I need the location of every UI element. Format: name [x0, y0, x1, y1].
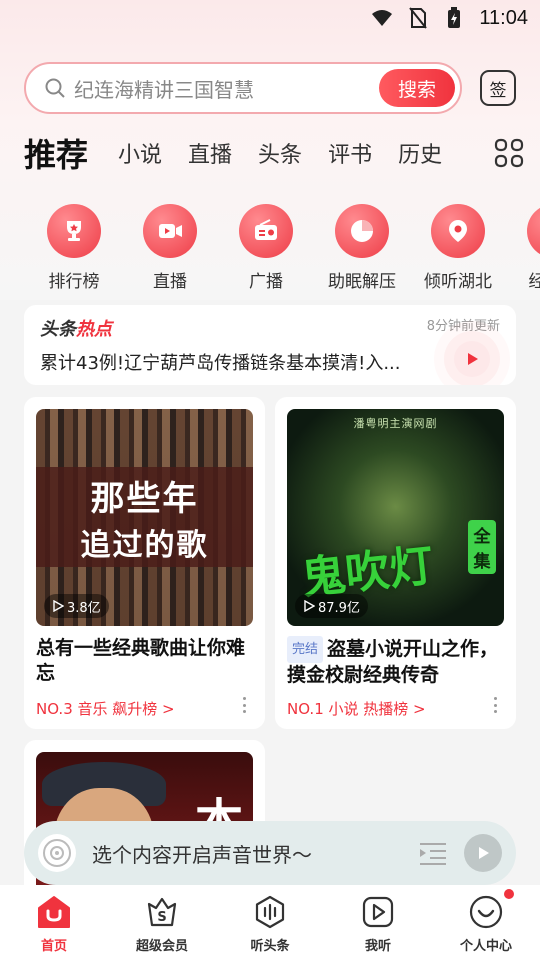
notification-dot	[504, 889, 514, 899]
quick-links: 排行榜 直播 广播 助眠解压 倾听湖北 经典必	[26, 204, 540, 294]
headline-hot-card[interactable]: 头条热点 8分钟前更新 累计43例!辽宁葫芦岛传播链条基本摸清!入...	[24, 305, 516, 385]
more-options-icon[interactable]	[243, 697, 247, 713]
card-rank-link[interactable]: NO.3 音乐 飙升榜 >	[36, 698, 253, 719]
card-cover[interactable]: 那些年 追过的歌 3.8亿	[36, 409, 253, 626]
svg-text:S: S	[157, 910, 166, 925]
vip-icon: S	[143, 893, 181, 931]
search-icon	[44, 77, 66, 99]
moon-icon	[335, 204, 389, 258]
headline-text[interactable]: 累计43例!辽宁葫芦岛传播链条基本摸清!入...	[40, 349, 436, 375]
search-row: 纪连海精讲三国智慧 搜索 签	[24, 62, 524, 114]
headline-updated-time: 8分钟前更新	[426, 319, 500, 334]
play-icon	[468, 353, 478, 365]
tab-novel[interactable]: 小说	[118, 137, 162, 169]
video-icon	[143, 204, 197, 258]
tab-storytelling[interactable]: 评书	[328, 137, 372, 169]
quick-link-sleep[interactable]: 助眠解压	[314, 204, 410, 294]
nav-super-vip[interactable]: S 超级会员	[108, 885, 216, 960]
search-input[interactable]: 纪连海精讲三国智慧 搜索	[24, 62, 462, 114]
play-icon	[479, 847, 489, 859]
play-outline-icon	[53, 600, 64, 612]
all-categories-icon[interactable]	[494, 138, 524, 168]
tab-recommend[interactable]: 推荐	[24, 130, 88, 180]
quick-link-live[interactable]: 直播	[122, 204, 218, 294]
status-bar: 11:04	[0, 0, 540, 36]
tab-history[interactable]: 历史	[398, 137, 442, 169]
search-placeholder: 纪连海精讲三国智慧	[74, 77, 254, 102]
flame-icon	[527, 204, 540, 258]
clock: 11:04	[479, 6, 528, 29]
quick-link-classic[interactable]: 经典必	[506, 204, 540, 294]
card-cover[interactable]: 潘粤明主演网剧 鬼吹灯 全集 87.9亿	[287, 409, 504, 626]
search-button[interactable]: 搜索	[379, 69, 455, 107]
play-button[interactable]	[464, 834, 502, 872]
smile-icon	[467, 893, 505, 931]
headlines-icon	[251, 893, 289, 931]
cover-seal: 全集	[468, 520, 496, 574]
nav-my-listening[interactable]: 我听	[324, 885, 432, 960]
trophy-icon	[47, 204, 101, 258]
card-title[interactable]: 完结 盗墓小说开山之作，摸金校尉经典传奇	[287, 636, 504, 686]
cover-title-overlay: 那些年 追过的歌	[36, 467, 253, 567]
playlist-icon[interactable]	[418, 840, 448, 866]
nav-home[interactable]: 首页	[0, 885, 108, 960]
content-card[interactable]: 潘粤明主演网剧 鬼吹灯 全集 87.9亿 完结 盗墓小说开山之作，摸金校尉经典传奇…	[275, 397, 516, 729]
play-square-icon	[359, 893, 397, 931]
no-sim-icon	[407, 7, 429, 29]
category-tabs: 推荐 小说 直播 头条 评书 历史	[24, 128, 524, 180]
play-outline-icon	[304, 600, 315, 612]
bottom-nav: 首页 S 超级会员 听头条 我听 个人中心	[0, 885, 540, 960]
wifi-icon	[371, 7, 393, 29]
quick-link-radio[interactable]: 广播	[218, 204, 314, 294]
headline-play-button[interactable]	[454, 341, 490, 377]
battery-charging-icon	[443, 7, 465, 29]
status-badge: 完结	[287, 636, 324, 663]
nav-profile[interactable]: 个人中心	[432, 885, 540, 960]
card-title[interactable]: 总有一些经典歌曲让你难忘	[36, 636, 253, 686]
home-icon	[35, 893, 73, 931]
card-rank-link[interactable]: NO.1 小说 热播榜 >	[287, 698, 504, 719]
tab-live[interactable]: 直播	[188, 137, 232, 169]
tab-headlines[interactable]: 头条	[258, 137, 302, 169]
location-icon	[431, 204, 485, 258]
nav-listen-headlines[interactable]: 听头条	[216, 885, 324, 960]
more-options-icon[interactable]	[494, 697, 498, 713]
play-count: 87.9亿	[295, 594, 368, 618]
sign-in-button[interactable]: 签	[480, 70, 516, 106]
quick-link-hubei[interactable]: 倾听湖北	[410, 204, 506, 294]
content-card[interactable]: 那些年 追过的歌 3.8亿 总有一些经典歌曲让你难忘 NO.3 音乐 飙升榜 >	[24, 397, 265, 729]
quick-link-ranking[interactable]: 排行榜	[26, 204, 122, 294]
play-count: 3.8亿	[44, 594, 109, 618]
mini-player[interactable]: 选个内容开启声音世界～	[24, 821, 516, 885]
disc-icon	[38, 834, 76, 872]
player-prompt: 选个内容开启声音世界～	[92, 842, 312, 867]
radio-icon	[239, 204, 293, 258]
